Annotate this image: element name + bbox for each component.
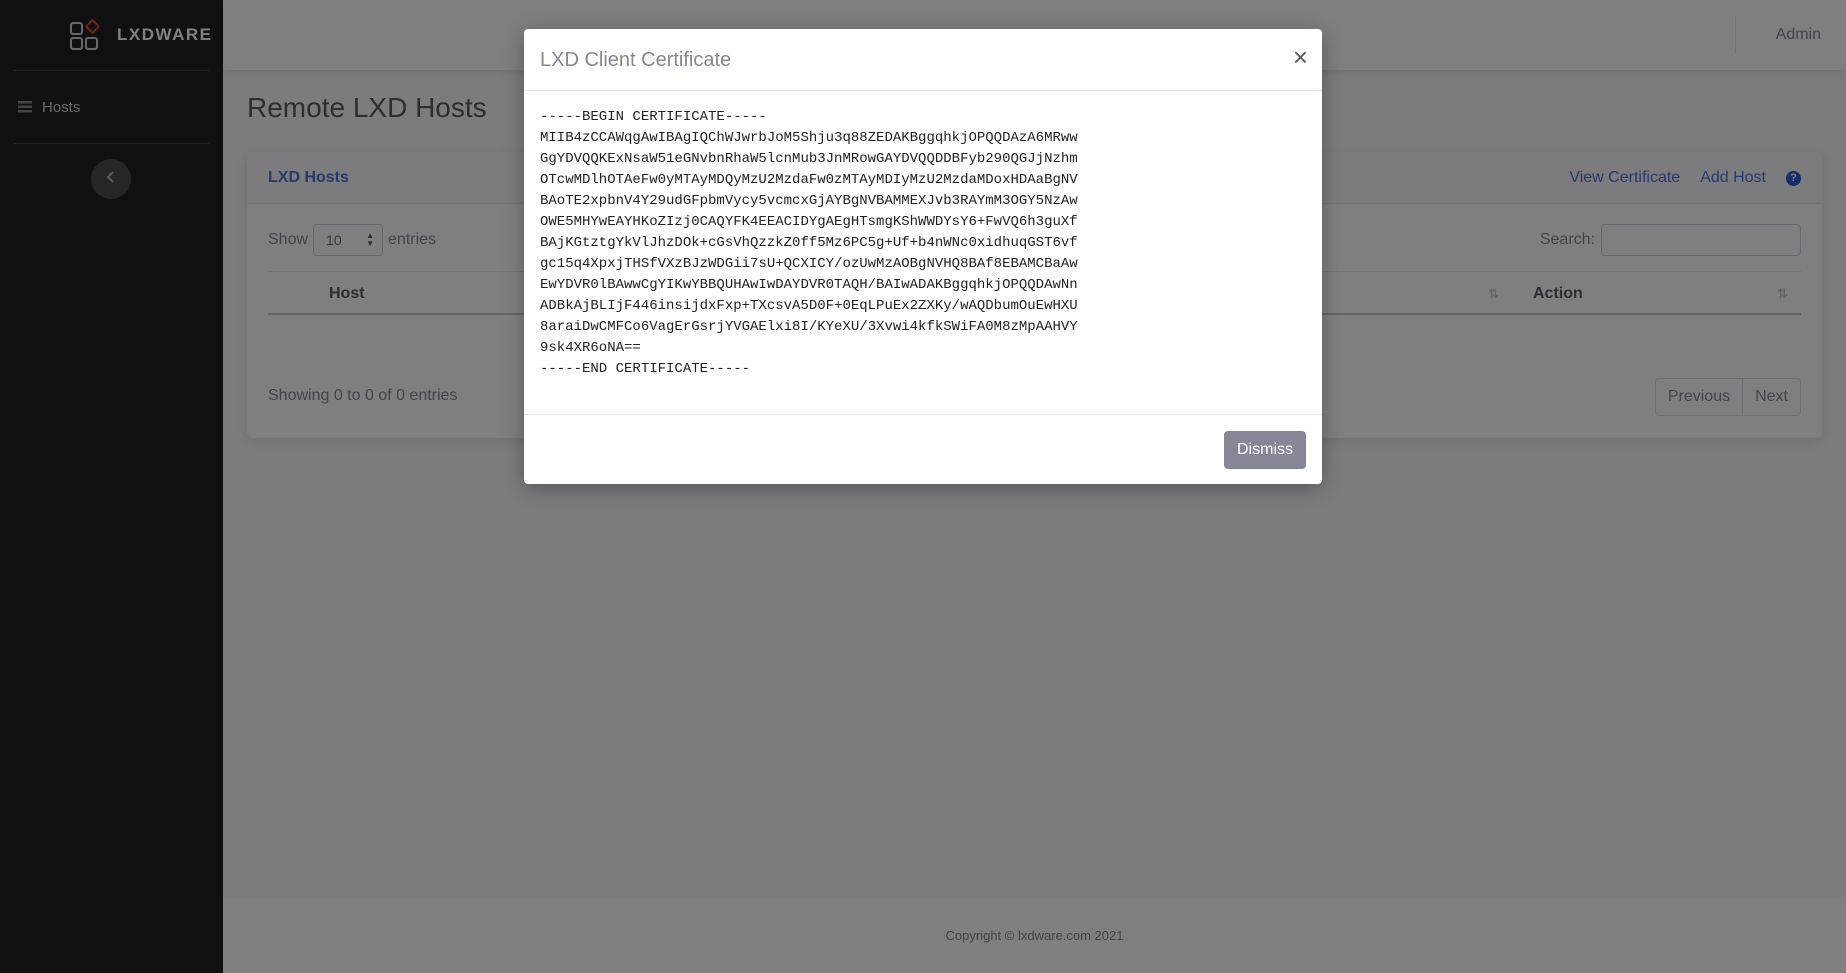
modal-title: LXD Client Certificate — [540, 49, 732, 71]
certificate-modal: LXD Client Certificate × -----BEGIN CERT… — [524, 29, 1322, 484]
modal-footer: Dismiss — [524, 415, 1322, 483]
dismiss-button[interactable]: Dismiss — [1224, 431, 1306, 469]
close-icon[interactable]: × — [1293, 43, 1308, 71]
modal-body: -----BEGIN CERTIFICATE----- MIIB4zCCAWqg… — [524, 91, 1322, 415]
certificate-text: -----BEGIN CERTIFICATE----- MIIB4zCCAWqg… — [540, 109, 1078, 377]
modal-header: LXD Client Certificate × — [524, 29, 1322, 91]
